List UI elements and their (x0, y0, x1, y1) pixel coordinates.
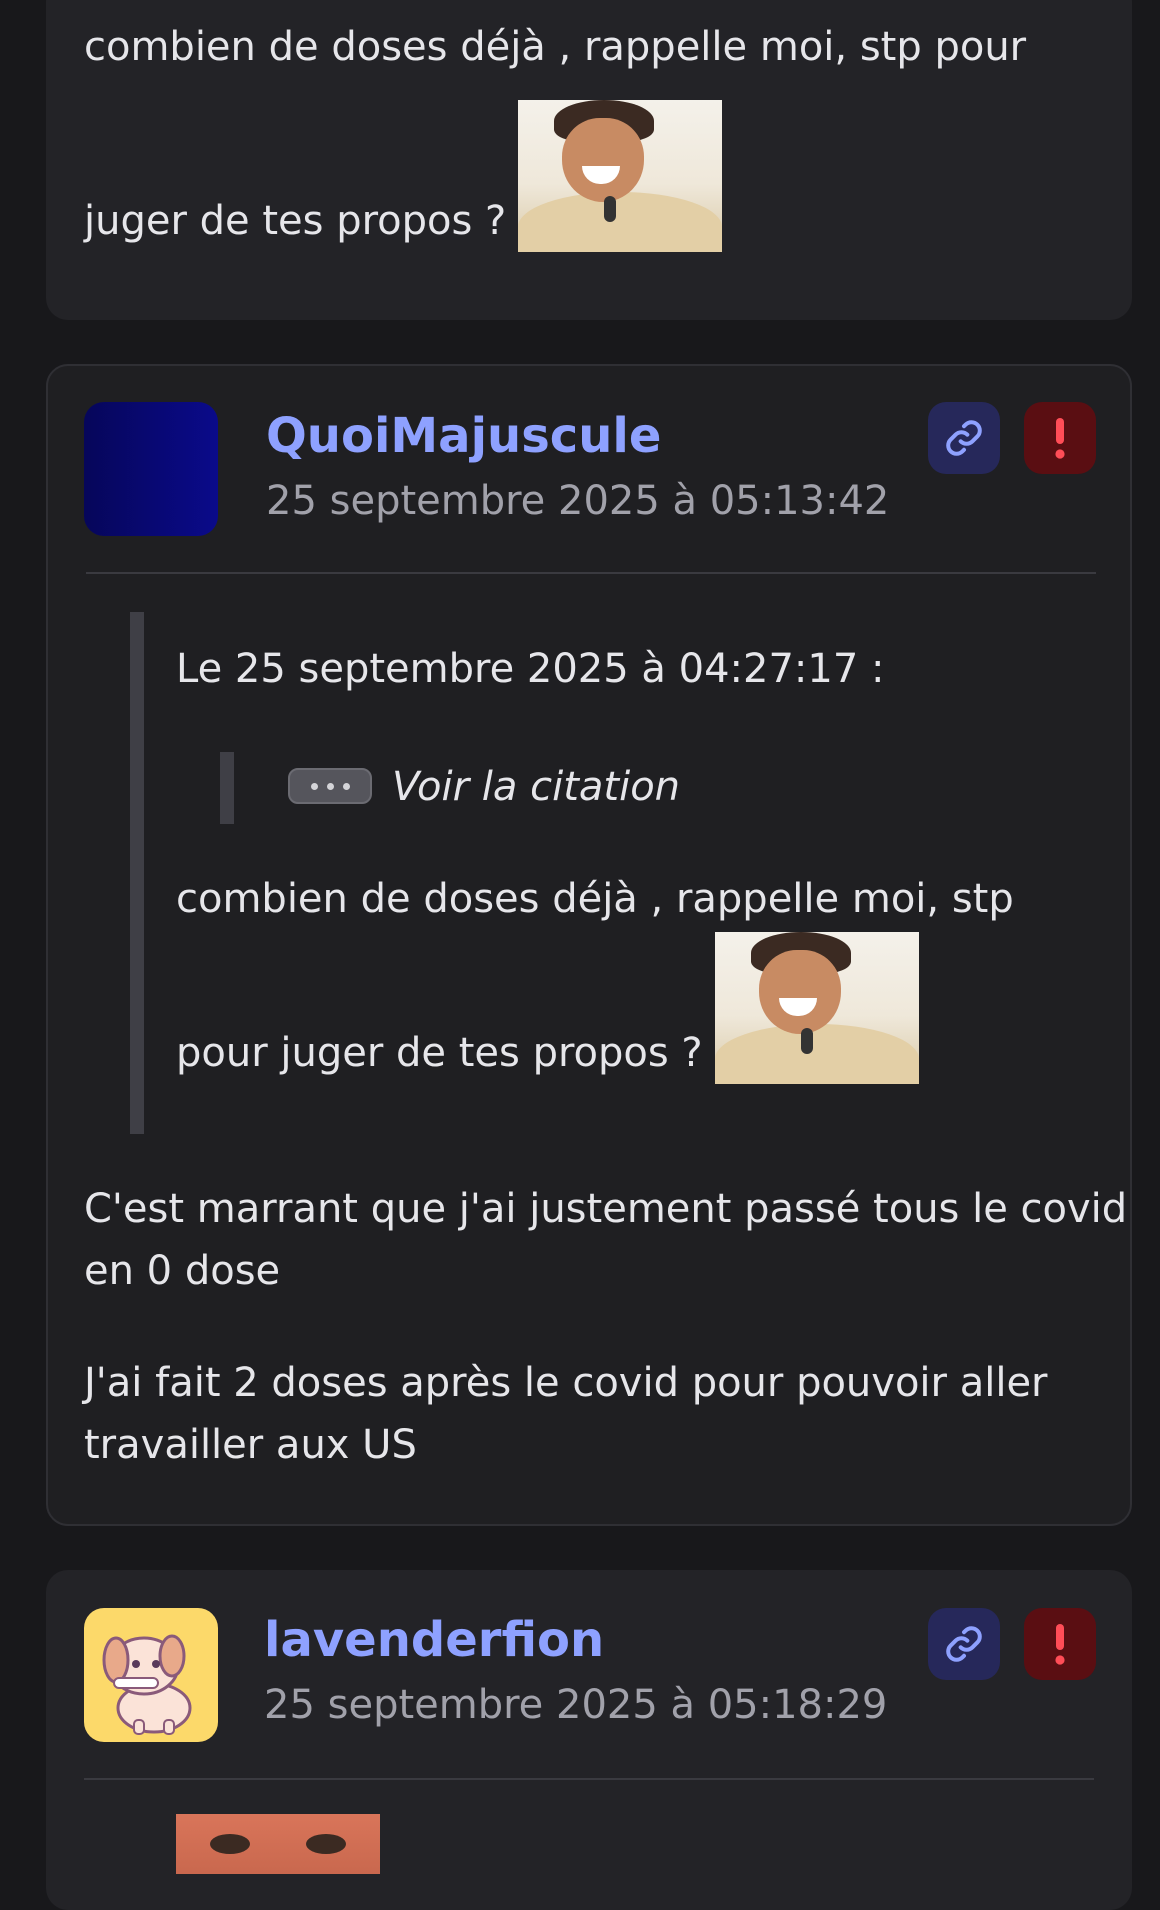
dog-avatar-icon (102, 1634, 192, 1735)
quote-line: combien de doses déjà , rappelle moi, st… (176, 876, 1014, 922)
quote-line: pour juger de tes propos ? (176, 1030, 703, 1076)
post-card: QuoiMajuscule 25 septembre 2025 à 05:13:… (46, 364, 1132, 1526)
quote-header: Le 25 septembre 2025 à 04:27:17 : (176, 646, 885, 692)
link-icon (946, 1626, 982, 1662)
username[interactable]: QuoiMajuscule (266, 408, 661, 464)
exclamation-icon (1055, 418, 1065, 459)
post-body-line: combien de doses déjà , rappelle moi, st… (84, 24, 1027, 70)
permalink-button[interactable] (928, 1608, 1000, 1680)
nested-quote-bar (220, 752, 234, 824)
laughing-man-sticker (714, 932, 919, 1084)
post-paragraph: C'est marrant que j'ai justement passé t… (84, 1186, 1128, 1294)
divider (86, 572, 1096, 574)
post-card: combien de doses déjà , rappelle moi, st… (46, 0, 1132, 320)
quote-bar (130, 612, 144, 1134)
post-date: 25 septembre 2025 à 05:13:42 (266, 478, 890, 524)
sticker-image (176, 1814, 380, 1874)
post-card: lavenderfion 25 septembre 2025 à 05:18:2… (46, 1570, 1132, 1910)
avatar[interactable] (84, 402, 218, 536)
link-icon (946, 420, 982, 456)
avatar[interactable] (84, 1608, 218, 1742)
post-date: 25 septembre 2025 à 05:18:29 (264, 1682, 888, 1728)
view-quote-link[interactable]: Voir la citation (392, 756, 680, 818)
report-button[interactable] (1024, 402, 1096, 474)
username[interactable]: lavenderfion (264, 1612, 604, 1668)
divider (84, 1778, 1094, 1780)
report-button[interactable] (1024, 1608, 1096, 1680)
expand-quote-button[interactable] (288, 768, 372, 804)
exclamation-icon (1055, 1624, 1065, 1665)
permalink-button[interactable] (928, 402, 1000, 474)
post-paragraph: J'ai fait 2 doses après le covid pour po… (84, 1360, 1048, 1468)
laughing-man-sticker (518, 100, 723, 252)
post-body-line: juger de tes propos ? (84, 198, 507, 244)
ellipsis-icon (310, 782, 318, 790)
